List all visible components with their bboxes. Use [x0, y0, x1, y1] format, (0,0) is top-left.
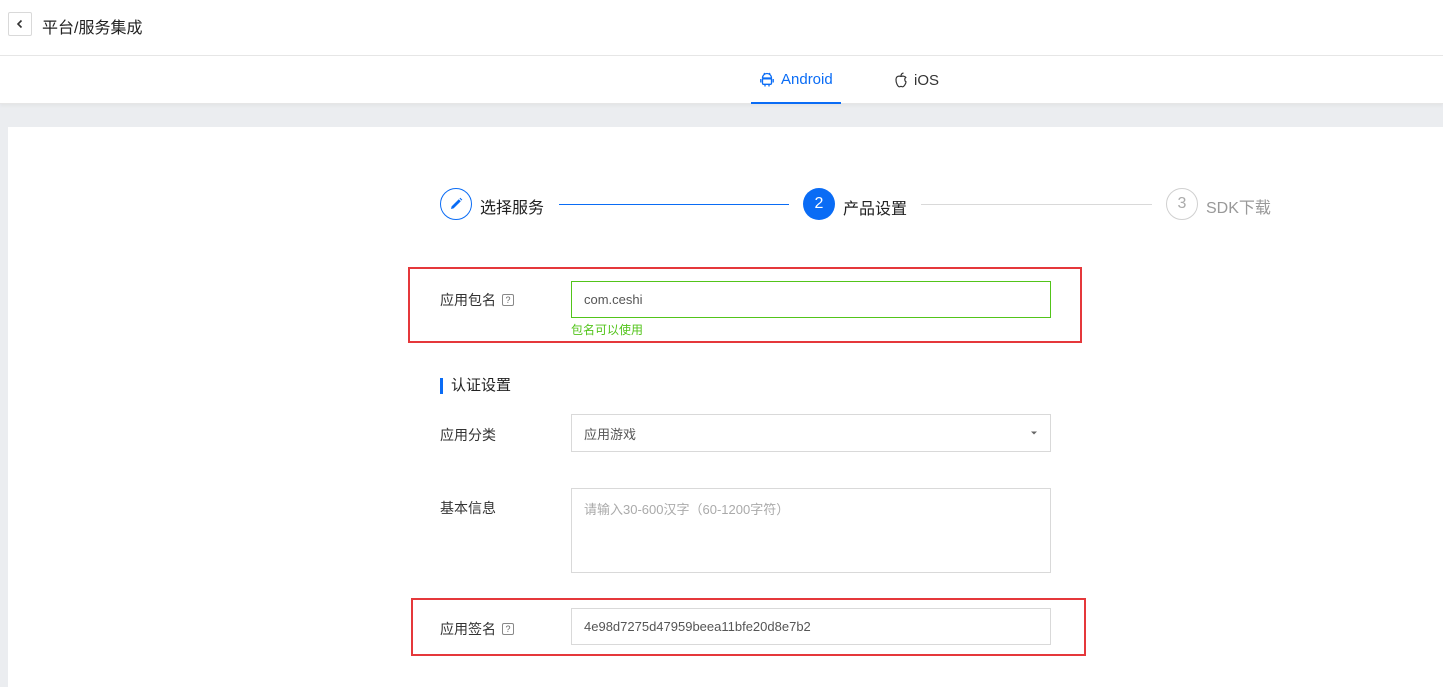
section-title: 认证设置 — [440, 378, 511, 394]
tab-android[interactable]: Android — [751, 56, 841, 104]
signature-label-text: 应用签名 — [440, 621, 496, 637]
tab-ios[interactable]: iOS — [886, 56, 948, 104]
step-2-label: 产品设置 — [843, 201, 908, 218]
signature-label: 应用签名 ? — [440, 619, 514, 639]
step-3-marker: 3 — [1166, 188, 1198, 220]
category-selected-value: 应用游戏 — [584, 426, 637, 442]
page-title: 平台/服务集成 — [42, 20, 143, 37]
package-name-hint: 包名可以使用 — [571, 323, 644, 337]
caret-down-icon — [1031, 431, 1037, 435]
edit-icon — [451, 197, 463, 209]
step-2-marker: 2 — [803, 188, 835, 220]
package-name-label: 应用包名 ? — [440, 290, 514, 310]
package-name-label-text: 应用包名 — [440, 292, 496, 308]
step-connector-1 — [559, 204, 789, 205]
chevron-left-icon — [16, 19, 23, 29]
help-icon[interactable]: ? — [502, 623, 514, 635]
apple-icon — [895, 72, 907, 88]
back-button[interactable] — [8, 12, 32, 36]
basic-info-textarea[interactable]: 请输入30-600汉字（60-1200字符） — [571, 488, 1051, 573]
tab-android-label: Android — [781, 70, 833, 88]
step-1-label: 选择服务 — [480, 200, 545, 217]
basic-info-label: 基本信息 — [440, 500, 496, 516]
package-name-input[interactable]: com.ceshi — [571, 281, 1051, 318]
platform-tab-bar: Android iOS — [0, 56, 1443, 104]
tab-ios-label: iOS — [914, 71, 940, 89]
category-label: 应用分类 — [440, 427, 496, 443]
step-1-marker — [440, 188, 472, 220]
category-select[interactable]: 应用游戏 — [571, 414, 1051, 452]
top-bar: 平台/服务集成 — [0, 0, 1443, 56]
step-3-label: SDK下载 — [1206, 200, 1271, 217]
help-icon[interactable]: ? — [502, 294, 514, 306]
signature-input[interactable]: 4e98d7275d47959beea11bfe20d8e7b2 — [571, 608, 1051, 645]
android-icon — [760, 72, 774, 87]
step-connector-2 — [921, 204, 1152, 205]
